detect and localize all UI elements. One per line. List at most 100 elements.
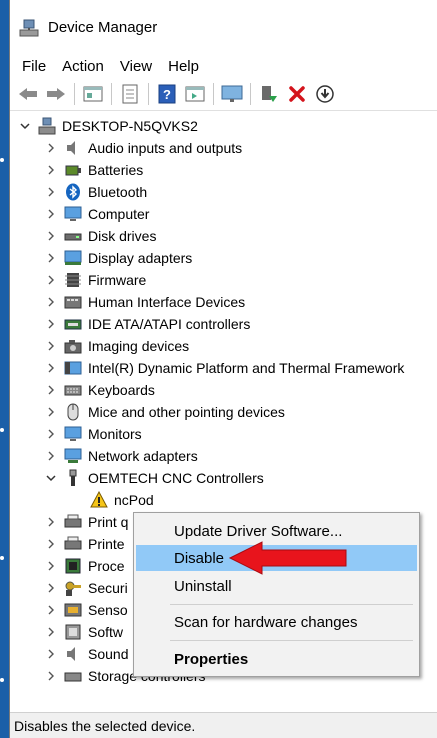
- title-bar[interactable]: Device Manager: [10, 0, 437, 55]
- printer-icon: [64, 513, 82, 531]
- hid-icon: [64, 293, 82, 311]
- tree-item-label: Audio inputs and outputs: [88, 140, 243, 156]
- chevron-down-icon[interactable]: [18, 119, 32, 133]
- speaker-icon: [64, 645, 82, 663]
- desktop-edge-mark: [0, 678, 4, 682]
- chevron-right-icon[interactable]: [44, 625, 58, 639]
- tree-item-label: Imaging devices: [88, 338, 190, 354]
- tree-item-software[interactable]: Softw: [44, 621, 123, 643]
- chevron-right-icon[interactable]: [44, 141, 58, 155]
- intel-device-icon: [64, 359, 82, 377]
- tree-item-label: Human Interface Devices: [88, 294, 246, 310]
- tree-item-oemtech[interactable]: OEMTECH CNC Controllers: [44, 467, 264, 489]
- desktop-edge-mark: [0, 556, 4, 560]
- chevron-right-icon[interactable]: [44, 581, 58, 595]
- tree-item-firmware[interactable]: Firmware: [44, 269, 146, 291]
- svg-text:?: ?: [163, 87, 171, 102]
- tree-item-hid[interactable]: Human Interface Devices: [44, 291, 245, 313]
- tree-item-printers[interactable]: Printe: [44, 533, 125, 555]
- tree-item-security[interactable]: Securi: [44, 577, 128, 599]
- menu-help[interactable]: Help: [160, 58, 207, 75]
- monitor-device-icon: [64, 205, 82, 223]
- tree-item-intel-dptf[interactable]: Intel(R) Dynamic Platform and Thermal Fr…: [44, 357, 404, 379]
- chevron-right-icon[interactable]: [44, 207, 58, 221]
- chevron-right-icon[interactable]: [44, 515, 58, 529]
- chevron-right-icon[interactable]: [44, 295, 58, 309]
- tree-item-batteries[interactable]: Batteries: [44, 159, 143, 181]
- back-icon[interactable]: [16, 82, 40, 106]
- tree-item-network[interactable]: Network adapters: [44, 445, 198, 467]
- tree-item-imaging[interactable]: Imaging devices: [44, 335, 189, 357]
- chevron-right-icon[interactable]: [44, 229, 58, 243]
- tree-root[interactable]: DESKTOP-N5QVKS2: [18, 115, 198, 137]
- chevron-down-icon[interactable]: [44, 471, 58, 485]
- menu-view[interactable]: View: [112, 58, 160, 75]
- menu-item-properties[interactable]: Properties: [136, 646, 417, 672]
- tree-item-label: ncPod: [114, 492, 154, 508]
- tree-item-sound[interactable]: Sound: [44, 643, 128, 665]
- chevron-right-icon[interactable]: [44, 537, 58, 551]
- chevron-right-icon[interactable]: [44, 427, 58, 441]
- tree-item-label: Proce: [88, 558, 125, 574]
- chevron-right-icon[interactable]: [44, 603, 58, 617]
- tree-item-monitors[interactable]: Monitors: [44, 423, 142, 445]
- update-icon[interactable]: [118, 82, 142, 106]
- menu-file[interactable]: File: [14, 58, 54, 75]
- chevron-right-icon[interactable]: [44, 383, 58, 397]
- tree-item-bluetooth[interactable]: Bluetooth: [44, 181, 147, 203]
- toolbar-separator: [250, 82, 251, 105]
- menu-action[interactable]: Action: [54, 58, 112, 75]
- tree-item-label: Sound: [88, 646, 129, 662]
- chevron-right-icon[interactable]: [44, 251, 58, 265]
- tree-item-label: IDE ATA/ATAPI controllers: [88, 316, 251, 332]
- chevron-right-icon[interactable]: [44, 273, 58, 287]
- tree-item-processors[interactable]: Proce: [44, 555, 125, 577]
- view-icon[interactable]: [183, 82, 207, 106]
- uninstall-icon[interactable]: [285, 82, 309, 106]
- disk-drive-icon: [64, 227, 82, 245]
- menu-item-label: Properties: [174, 650, 249, 668]
- chevron-right-icon[interactable]: [44, 163, 58, 177]
- tree-item-sensors[interactable]: Senso: [44, 599, 128, 621]
- chevron-right-icon[interactable]: [44, 317, 58, 331]
- tree-item-computer[interactable]: Computer: [44, 203, 149, 225]
- context-menu: Update Driver Software... Disable Uninst…: [133, 512, 420, 677]
- menu-bar: File Action View Help: [10, 55, 437, 77]
- chevron-right-icon[interactable]: [44, 647, 58, 661]
- tree-item-ncpod[interactable]: ncPod: [90, 489, 154, 511]
- menu-item-uninstall[interactable]: Uninstall: [136, 573, 417, 599]
- tree-item-label: Disk drives: [88, 228, 157, 244]
- tree-item-print-queues[interactable]: Print q: [44, 511, 128, 533]
- tree-item-mice[interactable]: Mice and other pointing devices: [44, 401, 285, 423]
- chevron-right-icon[interactable]: [44, 405, 58, 419]
- warning-device-icon: [90, 490, 108, 509]
- tree-item-display-adapters[interactable]: Display adapters: [44, 247, 192, 269]
- tree-item-ide[interactable]: IDE ATA/ATAPI controllers: [44, 313, 250, 335]
- sensor-icon: [64, 601, 82, 619]
- chevron-right-icon[interactable]: [44, 449, 58, 463]
- chevron-right-icon[interactable]: [44, 361, 58, 375]
- properties-icon[interactable]: [81, 82, 105, 106]
- tree-item-label: Firmware: [88, 272, 147, 288]
- forward-icon[interactable]: [44, 82, 68, 106]
- chevron-right-icon[interactable]: [44, 559, 58, 573]
- chevron-right-icon[interactable]: [44, 185, 58, 199]
- tree-item-disk-drives[interactable]: Disk drives: [44, 225, 156, 247]
- tree-item-label: Computer: [88, 206, 150, 222]
- toolbar: ?: [10, 77, 437, 111]
- scan-icon[interactable]: [313, 82, 337, 106]
- chevron-right-icon[interactable]: [44, 339, 58, 353]
- help-icon[interactable]: ?: [155, 82, 179, 106]
- tree-item-audio[interactable]: Audio inputs and outputs: [44, 137, 242, 159]
- tree-item-label: Monitors: [88, 426, 142, 442]
- menu-separator: [170, 640, 413, 641]
- tree-root-label: DESKTOP-N5QVKS2: [62, 118, 198, 134]
- device-manager-icon: [18, 18, 40, 38]
- keyboard-icon: [64, 381, 82, 399]
- enable-icon[interactable]: [257, 82, 281, 106]
- menu-item-scan[interactable]: Scan for hardware changes: [136, 609, 417, 635]
- chevron-right-icon[interactable]: [44, 669, 58, 683]
- storage-controller-icon: [64, 667, 82, 685]
- tree-item-keyboards[interactable]: Keyboards: [44, 379, 155, 401]
- monitor-icon[interactable]: [220, 82, 244, 106]
